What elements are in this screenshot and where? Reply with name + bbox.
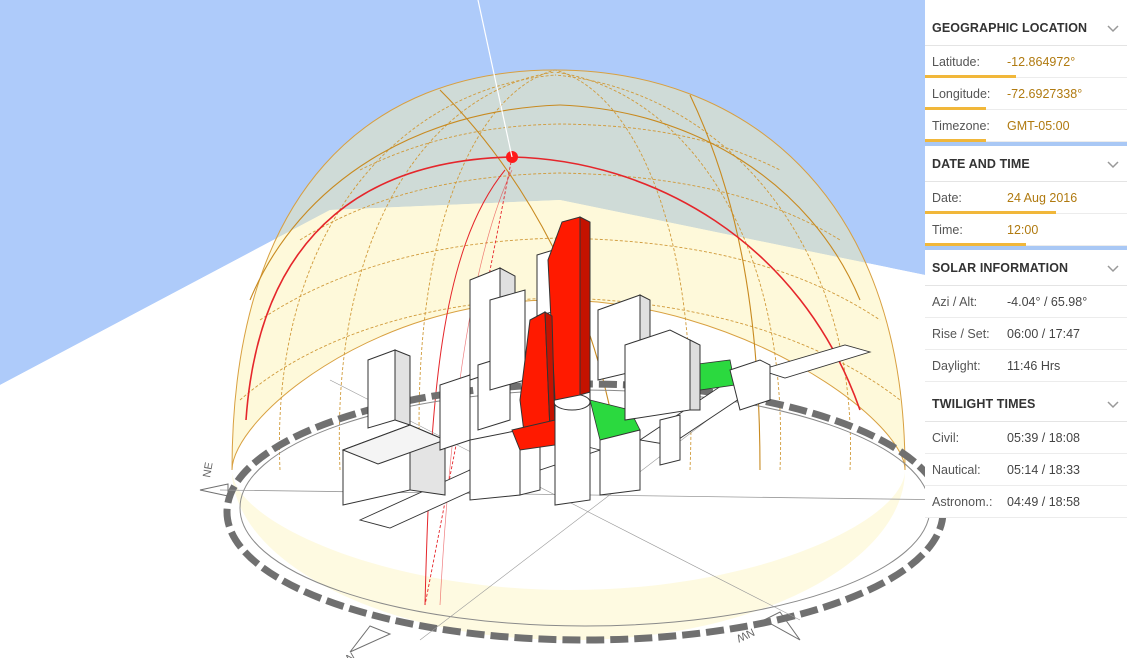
- section-title: SOLAR INFORMATION: [932, 260, 1069, 275]
- astronomical-twilight-label: Astronom.:: [932, 494, 993, 509]
- longitude-input[interactable]: -72.6927338°: [1007, 87, 1082, 101]
- geographic-location-header[interactable]: GEOGRAPHIC LOCATION: [925, 10, 1127, 46]
- daylight-value: 11:46 Hrs: [1007, 358, 1061, 373]
- date-and-time-header[interactable]: DATE AND TIME: [925, 146, 1127, 182]
- twilight-times-header[interactable]: TWILIGHT TIMES: [925, 386, 1127, 422]
- daylight-label: Daylight:: [932, 358, 981, 373]
- time-label: Time:: [932, 222, 963, 237]
- info-panel: GEOGRAPHIC LOCATION Latitude: -12.864972…: [925, 10, 1127, 518]
- azimuth-altitude-value: -4.04° / 65.98°: [1007, 294, 1088, 309]
- civil-twilight-value: 05:39 / 18:08: [1007, 430, 1080, 445]
- section-title: TWILIGHT TIMES: [932, 396, 1036, 411]
- chevron-down-icon[interactable]: [1105, 20, 1121, 36]
- date-input[interactable]: 24 Aug 2016: [1007, 191, 1077, 205]
- time-input[interactable]: 12:00: [1007, 223, 1038, 237]
- latitude-input[interactable]: -12.864972°: [1007, 55, 1075, 69]
- longitude-row: Longitude: -72.6927338°: [925, 78, 1127, 110]
- section-title: GEOGRAPHIC LOCATION: [932, 20, 1088, 35]
- civil-twilight-row: Civil: 05:39 / 18:08: [925, 422, 1127, 454]
- chevron-down-icon[interactable]: [1105, 260, 1121, 276]
- latitude-row: Latitude: -12.864972°: [925, 46, 1127, 78]
- section-title: DATE AND TIME: [932, 156, 1030, 171]
- latitude-label: Latitude:: [932, 54, 980, 69]
- longitude-label: Longitude:: [932, 86, 991, 101]
- azimuth-altitude-label: Azi / Alt:: [932, 294, 978, 309]
- date-label: Date:: [932, 190, 962, 205]
- nautical-twilight-row: Nautical: 05:14 / 18:33: [925, 454, 1127, 486]
- geographic-location-section: GEOGRAPHIC LOCATION Latitude: -12.864972…: [925, 10, 1127, 142]
- azimuth-altitude-row: Azi / Alt: -4.04° / 65.98°: [925, 286, 1127, 318]
- rise-set-value: 06:00 / 17:47: [1007, 326, 1080, 341]
- nautical-twilight-value: 05:14 / 18:33: [1007, 462, 1080, 477]
- timezone-slider[interactable]: [925, 139, 986, 142]
- civil-twilight-label: Civil:: [932, 430, 960, 445]
- solar-information-section: SOLAR INFORMATION Azi / Alt: -4.04° / 65…: [925, 250, 1127, 382]
- daylight-row: Daylight: 11:46 Hrs: [925, 350, 1127, 382]
- chevron-down-icon[interactable]: [1105, 396, 1121, 412]
- timezone-input[interactable]: GMT-05:00: [1007, 119, 1070, 133]
- rise-set-row: Rise / Set: 06:00 / 17:47: [925, 318, 1127, 350]
- nautical-twilight-label: Nautical:: [932, 462, 981, 477]
- date-row: Date: 24 Aug 2016: [925, 182, 1127, 214]
- timezone-row: Timezone: GMT-05:00: [925, 110, 1127, 142]
- astronomical-twilight-value: 04:49 / 18:58: [1007, 494, 1080, 509]
- time-slider[interactable]: [925, 243, 1026, 246]
- date-and-time-section: DATE AND TIME Date: 24 Aug 2016 Time: 12…: [925, 146, 1127, 246]
- solar-information-header[interactable]: SOLAR INFORMATION: [925, 250, 1127, 286]
- rise-set-label: Rise / Set:: [932, 326, 990, 341]
- astronomical-twilight-row: Astronom.: 04:49 / 18:58: [925, 486, 1127, 518]
- timezone-label: Timezone:: [932, 118, 990, 133]
- twilight-times-section: TWILIGHT TIMES Civil: 05:39 / 18:08 Naut…: [925, 386, 1127, 518]
- chevron-down-icon[interactable]: [1105, 156, 1121, 172]
- time-row: Time: 12:00: [925, 214, 1127, 246]
